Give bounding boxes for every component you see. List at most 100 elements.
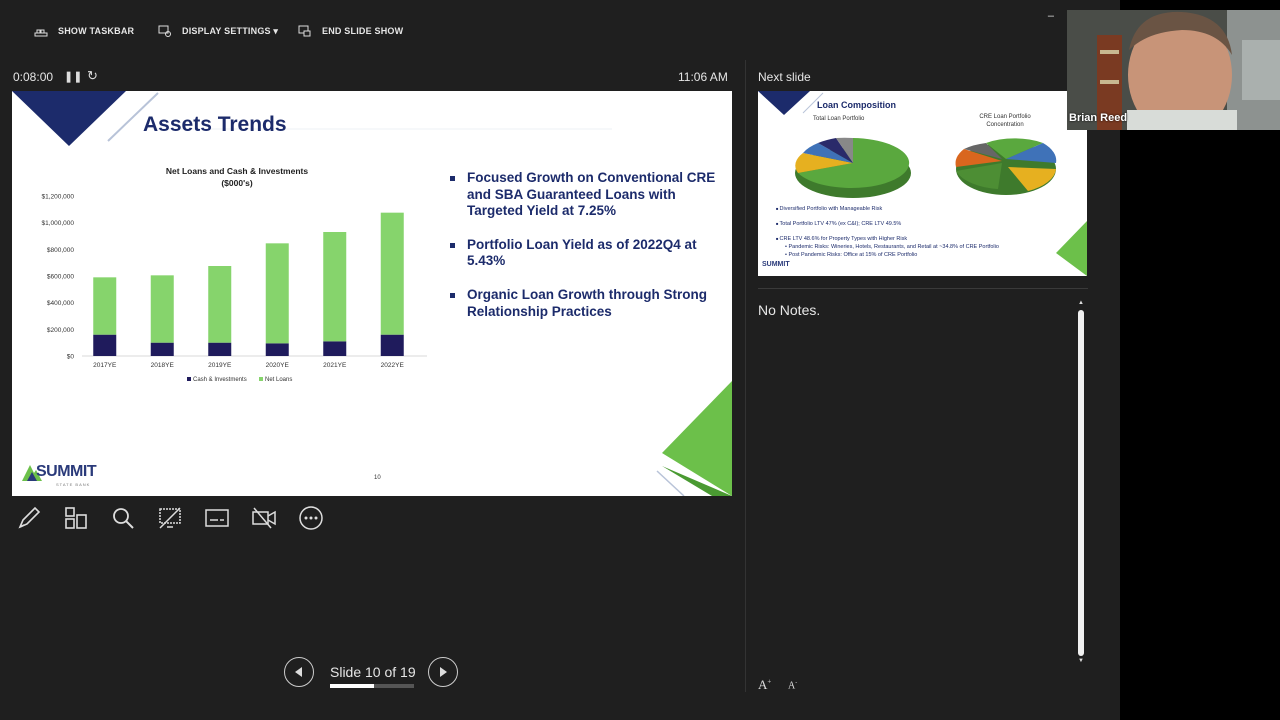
- scrollbar-thumb[interactable]: [1078, 310, 1084, 656]
- restart-timer-icon[interactable]: ↻: [87, 68, 98, 84]
- bar-cash-investments: [265, 343, 289, 356]
- subtitles-button[interactable]: [202, 503, 232, 533]
- y-tick-label: $1,000,000: [41, 220, 74, 227]
- slide-navigation: Slide 10 of 19: [284, 657, 464, 689]
- next-slide-bullet: CRE LTV 48.6% for Property Types with Hi…: [776, 236, 908, 242]
- previous-slide-button[interactable]: [284, 657, 314, 687]
- summit-logo: SUMMIT: [36, 463, 97, 480]
- x-tick-label: 2018YE: [151, 362, 175, 369]
- end-show-icon: [298, 25, 311, 37]
- legend-swatch: [259, 377, 263, 381]
- slide-page-number: 10: [374, 475, 381, 481]
- increase-font-icon[interactable]: A+: [758, 677, 771, 693]
- bullet-item: Focused Growth on Conventional CRE and S…: [450, 170, 720, 220]
- slide-bullets: Focused Growth on Conventional CRE and S…: [450, 170, 720, 337]
- x-tick-label: 2021YE: [323, 362, 347, 369]
- slide-progress-bar: [330, 684, 414, 688]
- bar-net-loans: [265, 243, 289, 344]
- search-icon: [113, 508, 134, 529]
- subtitles-icon: [205, 509, 229, 527]
- y-tick-label: $600,000: [47, 274, 74, 281]
- speaker-notes: No Notes.: [758, 302, 821, 318]
- decrease-font-icon[interactable]: A-: [788, 680, 797, 691]
- camera-off-icon: [252, 507, 276, 529]
- see-all-slides-button[interactable]: [61, 503, 91, 533]
- triangle-left-icon: [295, 667, 302, 677]
- next-slide-bullet: Total Portfolio LTV 47% (ex C&I); CRE LT…: [776, 221, 902, 227]
- next-slide-button[interactable]: [428, 657, 458, 687]
- more-options-button[interactable]: [296, 503, 326, 533]
- bar-cash-investments: [380, 334, 404, 356]
- next-slide-logo: SUMMIT: [762, 261, 790, 268]
- y-tick-label: $1,200,000: [41, 194, 74, 201]
- next-slide-title: Loan Composition: [817, 100, 896, 110]
- x-tick-label: 2020YE: [266, 362, 290, 369]
- notes-scrollbar[interactable]: ▲ ▼: [1077, 300, 1085, 668]
- next-slide-preview[interactable]: Loan Composition Total Loan Portfolio CR…: [758, 91, 1087, 276]
- y-tick-label: $400,000: [47, 300, 74, 307]
- slide-counter[interactable]: Slide 10 of 19: [330, 664, 416, 680]
- next-slide-subtitle-right: CRE Loan Portfolio Concentration: [970, 113, 1040, 129]
- current-slide: Assets Trends Net Loans and Cash & Inves…: [12, 91, 732, 496]
- top-toolbar: SHOW TASKBAR DISPLAY SETTINGS ▾ END SLID…: [0, 10, 1120, 52]
- display-settings-icon: [158, 25, 171, 37]
- presenter-view: SHOW TASKBAR DISPLAY SETTINGS ▾ END SLID…: [0, 0, 1120, 720]
- zoom-button[interactable]: [108, 503, 138, 533]
- pen-tool-button[interactable]: [14, 503, 44, 533]
- display-settings-button[interactable]: DISPLAY SETTINGS ▾: [158, 10, 278, 52]
- black-screen-button[interactable]: [155, 503, 185, 533]
- taskbar-icon: [34, 29, 48, 37]
- y-tick-label: $0: [67, 354, 75, 361]
- legend-label: Cash & Investments: [193, 377, 247, 383]
- slide-tools: [14, 503, 326, 535]
- camera-toggle-button[interactable]: [249, 503, 279, 533]
- participant-video: Brian Reed: [1067, 10, 1280, 130]
- elapsed-timer: 0:08:00: [13, 70, 54, 84]
- legend-swatch: [187, 377, 191, 381]
- pane-divider[interactable]: [745, 60, 746, 692]
- display-settings-label: DISPLAY SETTINGS ▾: [182, 25, 279, 36]
- next-slide-sub-bullet: Post Pandemic Risks: Office at 15% of CR…: [785, 252, 917, 258]
- slide-progress-fill: [330, 684, 375, 688]
- show-taskbar-button[interactable]: SHOW TASKBAR: [34, 10, 134, 52]
- next-slide-subtitle-right-line2: Concentration: [986, 122, 1024, 128]
- triangle-right-icon: [440, 667, 447, 677]
- show-taskbar-label: SHOW TASKBAR: [58, 26, 135, 36]
- scroll-up-icon[interactable]: ▲: [1078, 300, 1084, 306]
- minimize-icon[interactable]: –: [1048, 10, 1054, 22]
- next-slide-subtitle-right-line1: CRE Loan Portfolio: [979, 114, 1031, 120]
- next-slide-bullet: Diversified Portfolio with Manageable Ri…: [776, 206, 883, 212]
- legend-label: Net Loans: [265, 377, 292, 383]
- screen-slash-icon: [159, 507, 181, 529]
- bar-net-loans: [380, 212, 404, 335]
- pause-icon[interactable]: ❚❚: [64, 70, 82, 83]
- bar-cash-investments: [150, 342, 174, 356]
- bar-cash-investments: [323, 341, 347, 356]
- x-tick-label: 2017YE: [93, 362, 117, 369]
- current-time: 11:06 AM: [678, 70, 728, 84]
- y-tick-label: $200,000: [47, 327, 74, 334]
- next-slide-subtitle-left: Total Loan Portfolio: [813, 116, 865, 122]
- summit-logo-sub: STATE BANK: [56, 482, 91, 487]
- bar-chart: $0 $200,000 $400,000 $600,000 $800,000 $1,000…: [41, 194, 427, 383]
- end-slide-show-label: END SLIDE SHOW: [322, 26, 404, 36]
- x-tick-label: 2022YE: [381, 362, 405, 369]
- chart-title-line1: Net Loans and Cash & Investments: [165, 166, 309, 176]
- grid-icon: [65, 507, 87, 529]
- x-tick-label: 2019YE: [208, 362, 232, 369]
- ellipsis-icon: [299, 506, 323, 530]
- notes-divider: [758, 288, 1088, 289]
- bullet-item: Organic Loan Growth through Strong Relat…: [450, 287, 720, 320]
- pen-icon: [18, 506, 41, 529]
- bullet-item: Portfolio Loan Yield as of 2022Q4 at 5.4…: [450, 237, 720, 270]
- bar-net-loans: [208, 266, 232, 343]
- end-slide-show-button[interactable]: END SLIDE SHOW: [298, 10, 403, 52]
- bar-net-loans: [93, 277, 117, 335]
- bar-net-loans: [150, 275, 174, 343]
- participant-name: Brian Reed: [1069, 112, 1128, 124]
- y-tick-label: $800,000: [47, 247, 74, 254]
- next-slide-label: Next slide: [758, 70, 811, 84]
- scroll-down-icon[interactable]: ▼: [1078, 658, 1084, 664]
- slide-title: Assets Trends: [143, 113, 287, 136]
- bar-cash-investments: [93, 334, 117, 356]
